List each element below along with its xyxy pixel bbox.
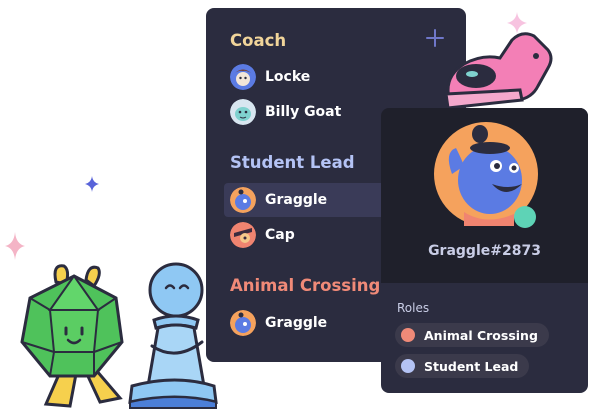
sparkle-icon: [5, 232, 25, 260]
role-name: Student Lead: [424, 358, 519, 374]
profile-username: Graggle#2873: [428, 243, 541, 259]
avatar: [230, 99, 256, 125]
sneaker-character-illustration: [444, 32, 553, 110]
member-name: Graggle: [265, 315, 328, 331]
role-pill-student-lead[interactable]: Student Lead: [395, 354, 530, 378]
sparkle-icon: [85, 176, 99, 192]
user-profile-card: Graggle#2873 Roles Animal Crossing Stude…: [381, 108, 588, 393]
group-title-student-lead: Student Lead: [230, 153, 355, 172]
avatar: [230, 187, 256, 213]
role-color-dot: [401, 328, 415, 342]
member-name: Cap: [265, 227, 295, 243]
chess-pawn-character-illustration: [128, 262, 218, 409]
member-item-locke[interactable]: Locke: [224, 60, 469, 94]
role-pill-animal-crossing[interactable]: Animal Crossing: [395, 323, 549, 347]
role-color-dot: [401, 359, 415, 373]
member-name: Locke: [265, 69, 311, 85]
d20-dice-character-illustration: [20, 264, 124, 408]
roles-label: Roles: [397, 301, 430, 315]
avatar: [230, 310, 256, 336]
member-name: Graggle: [265, 192, 328, 208]
online-status-indicator: [514, 206, 536, 228]
member-name: Billy Goat: [265, 104, 342, 120]
avatar: [230, 222, 256, 248]
group-title-coach: Coach: [230, 31, 287, 50]
role-name: Animal Crossing: [424, 327, 538, 343]
group-title-animal-crossing: Animal Crossing: [230, 276, 381, 295]
avatar: [230, 64, 256, 90]
